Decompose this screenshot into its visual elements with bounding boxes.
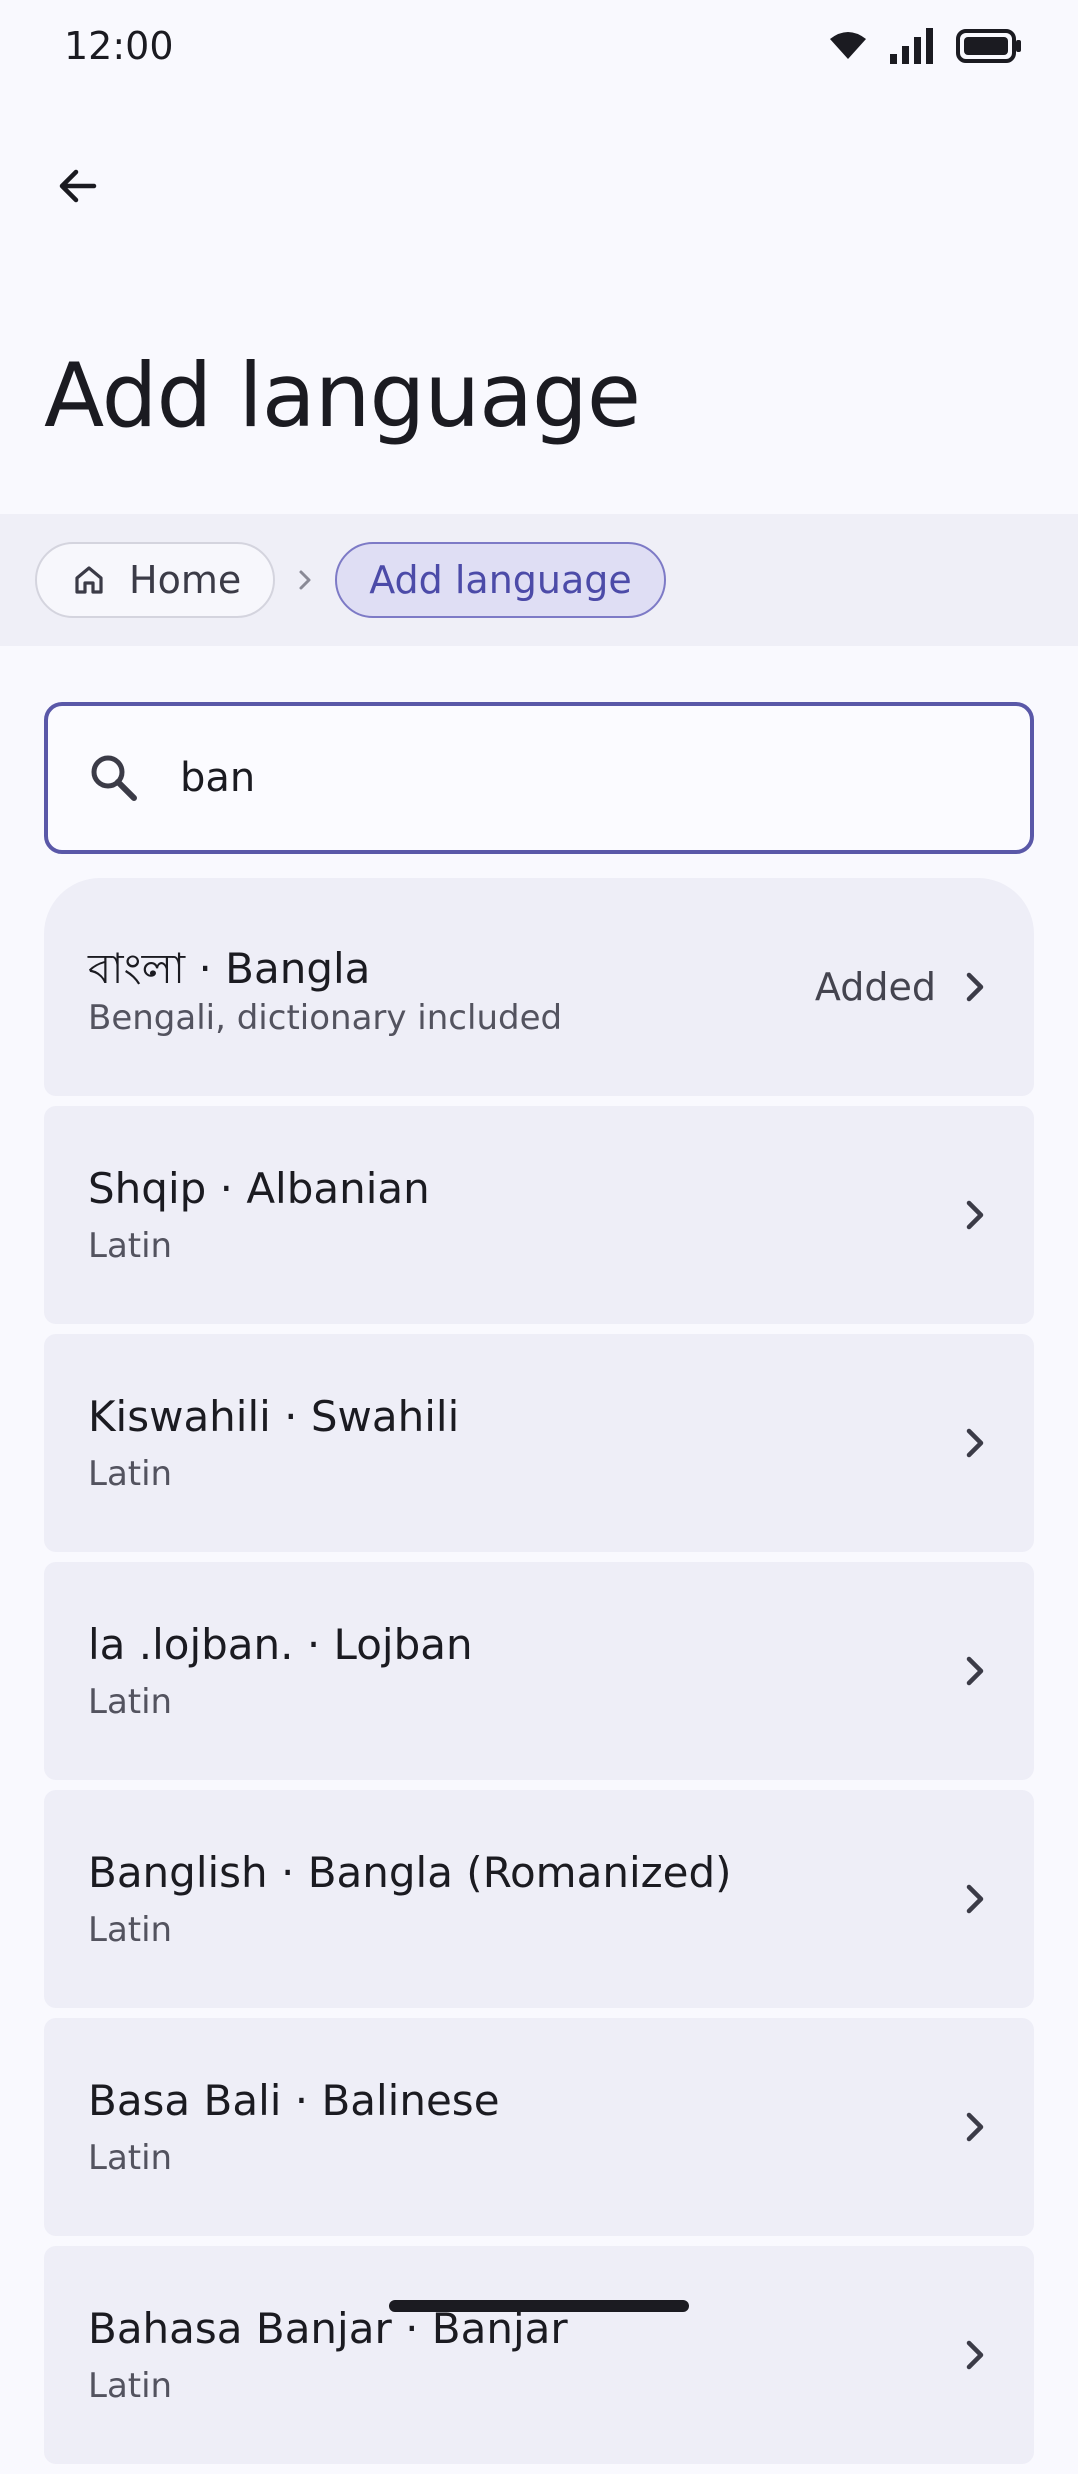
language-list: বাংলা · Bangla Bengali, dictionary inclu…: [44, 878, 1034, 2474]
list-item[interactable]: Bahasa Banjar · Banjar Latin: [44, 2246, 1034, 2464]
breadcrumb-current-label: Add language: [369, 558, 632, 602]
list-item-subtitle: Latin: [88, 1910, 173, 1950]
list-item-subtitle: Latin: [88, 2366, 173, 2406]
home-icon: [71, 562, 107, 598]
list-item-title: Shqip · Albanian: [88, 1164, 430, 1213]
list-item-subtitle: Latin: [88, 1682, 173, 1722]
chevron-right-icon: [960, 1651, 990, 1691]
chevron-right-icon: [960, 2107, 990, 2147]
list-item[interactable]: Basa Bali · Balinese Latin: [44, 2018, 1034, 2236]
breadcrumb-home-label: Home: [129, 558, 242, 602]
list-item[interactable]: বাংলা · Bangla Bengali, dictionary inclu…: [44, 878, 1034, 1096]
list-item[interactable]: Shqip · Albanian Latin: [44, 1106, 1034, 1324]
search-input[interactable]: [178, 754, 962, 802]
chevron-right-icon: [960, 1195, 990, 1235]
wifi-icon: [828, 31, 868, 61]
top-app-bar: [0, 120, 1078, 250]
gesture-navigation-bar[interactable]: [389, 2300, 689, 2312]
list-item-title: Basa Bali · Balinese: [88, 2076, 500, 2125]
signal-icon: [890, 28, 934, 64]
page-title: Add language: [44, 344, 641, 447]
list-item-subtitle: Bengali, dictionary included: [88, 998, 563, 1038]
breadcrumb-home[interactable]: Home: [35, 542, 276, 618]
list-item-subtitle: Latin: [88, 2138, 173, 2178]
chevron-right-icon: [295, 567, 315, 593]
list-item[interactable]: la .lojban. · Lojban Latin: [44, 1562, 1034, 1780]
list-item-title: Kiswahili · Swahili: [88, 1392, 460, 1441]
battery-icon: [956, 29, 1022, 63]
search-field[interactable]: [44, 702, 1034, 854]
status-icons: [828, 28, 1022, 64]
list-item-title: Banglish · Bangla (Romanized): [88, 1848, 732, 1897]
list-item-subtitle: Latin: [88, 1454, 173, 1494]
list-item-title: la .lojban. · Lojban: [88, 1620, 473, 1669]
list-item-title: বাংলা · Bangla: [88, 944, 371, 993]
chevron-right-icon: [960, 1423, 990, 1463]
status-bar: 12:00: [0, 0, 1078, 96]
chevron-right-icon: [960, 1879, 990, 1919]
search-icon: [86, 750, 142, 806]
chevron-right-icon: [960, 2335, 990, 2375]
added-status: Added: [814, 965, 936, 1009]
list-item[interactable]: Kiswahili · Swahili Latin: [44, 1334, 1034, 1552]
chevron-right-icon: [960, 967, 990, 1007]
back-button[interactable]: [32, 142, 124, 234]
list-item-subtitle: Latin: [88, 1226, 173, 1266]
list-item[interactable]: Banglish · Bangla (Romanized) Latin: [44, 1790, 1034, 2008]
breadcrumb-current[interactable]: Add language: [335, 542, 666, 618]
status-time: 12:00: [64, 24, 174, 68]
breadcrumb: Home Add language: [0, 514, 1078, 646]
arrow-back-icon: [54, 162, 102, 214]
